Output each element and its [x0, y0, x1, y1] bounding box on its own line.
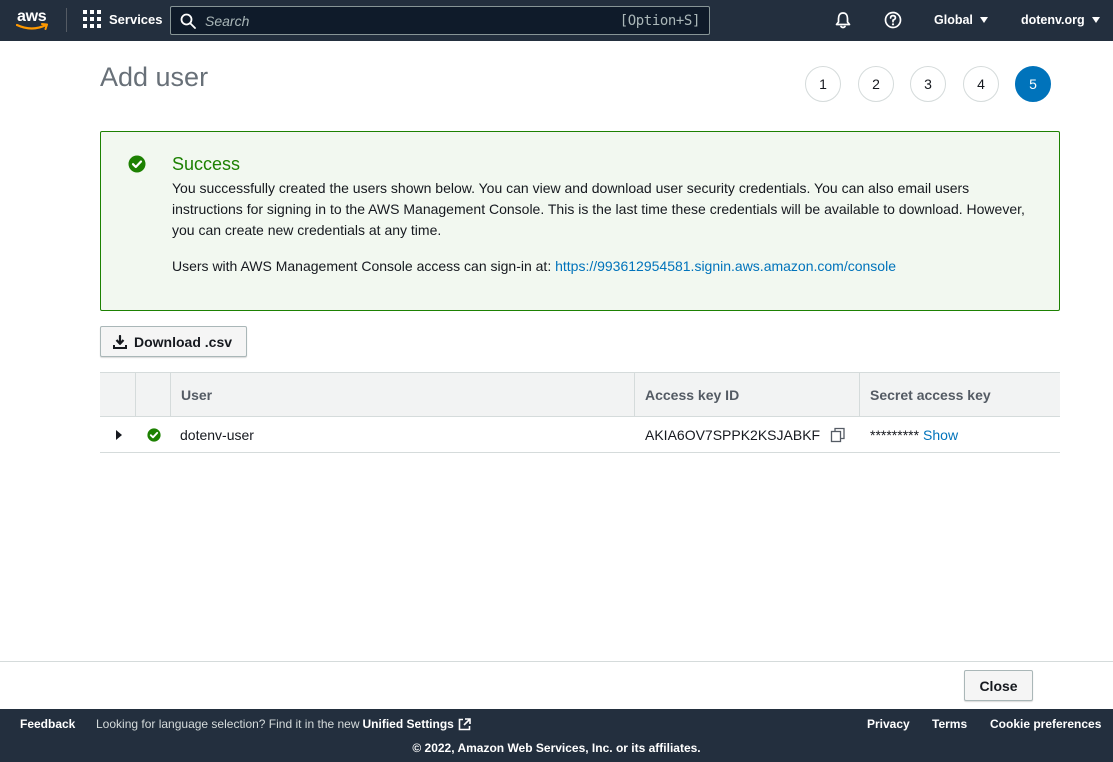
close-button[interactable]: Close — [964, 670, 1033, 701]
signin-prefix: Users with AWS Management Console access… — [172, 258, 556, 274]
terms-link[interactable]: Terms — [932, 717, 967, 731]
users-table: User Access key ID Secret access key dot… — [100, 372, 1060, 453]
row-status — [147, 417, 161, 453]
download-csv-button[interactable]: Download .csv — [100, 326, 247, 357]
success-check-icon — [128, 155, 146, 173]
copyright-text: © 2022, Amazon Web Services, Inc. or its… — [412, 741, 701, 755]
account-label: dotenv.org — [1021, 13, 1085, 27]
step-5-active[interactable]: 5 — [1015, 66, 1051, 102]
step-3[interactable]: 3 — [910, 66, 946, 102]
table-row: dotenv-user AKIA6OV7SPPK2KSJABKF *******… — [100, 417, 1060, 453]
step-2[interactable]: 2 — [858, 66, 894, 102]
step-1[interactable]: 1 — [805, 66, 841, 102]
footer: Feedback Looking for language selection?… — [0, 709, 1113, 762]
column-header-access-key-id[interactable]: Access key ID — [634, 373, 860, 416]
bell-icon[interactable] — [834, 11, 852, 29]
download-csv-label: Download .csv — [134, 333, 233, 350]
copy-icon[interactable] — [830, 427, 846, 443]
privacy-link[interactable]: Privacy — [867, 717, 910, 731]
caret-down-icon — [1091, 17, 1100, 23]
signin-info: Users with AWS Management Console access… — [172, 256, 896, 277]
top-navigation: aws Services [Option+S] Global dotenv.or… — [0, 0, 1113, 41]
user-name-cell: dotenv-user — [180, 427, 254, 443]
grid-icon — [83, 10, 101, 28]
help-icon[interactable] — [884, 11, 902, 29]
status-column-header — [135, 373, 170, 416]
search-icon — [180, 13, 196, 29]
region-dropdown[interactable]: Global — [934, 13, 988, 27]
success-message: You successfully created the users shown… — [172, 180, 1025, 238]
account-dropdown[interactable]: dotenv.org — [1021, 13, 1100, 27]
access-key-id-value: AKIA6OV7SPPK2KSJABKF — [645, 427, 821, 443]
aws-logo[interactable]: aws — [16, 7, 50, 33]
feedback-link[interactable]: Feedback — [20, 717, 75, 731]
caret-down-icon — [979, 17, 988, 23]
column-header-user[interactable]: User — [170, 373, 635, 416]
success-check-icon — [147, 428, 161, 442]
services-label: Services — [109, 11, 163, 27]
nav-divider — [66, 8, 67, 32]
column-header-secret-access-key[interactable]: Secret access key — [859, 373, 1060, 416]
language-notice: Looking for language selection? Find it … — [96, 717, 471, 731]
signin-url-link[interactable]: https://993612954581.signin.aws.amazon.c… — [555, 258, 896, 274]
expand-column-header — [100, 373, 135, 416]
language-notice-text: Looking for language selection? Find it … — [96, 717, 360, 731]
bottom-action-bar: Close — [0, 661, 1113, 709]
page-title: Add user — [100, 62, 209, 92]
table-header: User Access key ID Secret access key — [100, 372, 1060, 417]
unified-settings-link[interactable]: Unified Settings — [363, 717, 454, 731]
success-alert: Success You successfully created the use… — [100, 131, 1060, 311]
show-secret-link[interactable]: Show — [923, 427, 958, 443]
region-label: Global — [934, 13, 973, 27]
row-expander[interactable] — [116, 417, 122, 453]
search-shortcut-hint: [Option+S] — [619, 12, 701, 29]
services-menu-button[interactable]: Services — [83, 10, 163, 28]
cookie-preferences-link[interactable]: Cookie preferences — [990, 717, 1101, 731]
step-4[interactable]: 4 — [963, 66, 999, 102]
secret-masked-value: ********* — [870, 427, 920, 443]
caret-right-icon — [116, 430, 122, 440]
aws-smile-icon — [16, 23, 48, 30]
search-box[interactable]: [Option+S] — [170, 6, 710, 35]
external-link-icon — [458, 717, 471, 730]
secret-access-key-cell: ********* Show — [870, 417, 958, 453]
success-title: Success — [172, 154, 241, 174]
download-icon — [113, 334, 127, 349]
access-key-id-cell: AKIA6OV7SPPK2KSJABKF — [645, 417, 846, 453]
search-input[interactable] — [205, 12, 620, 29]
